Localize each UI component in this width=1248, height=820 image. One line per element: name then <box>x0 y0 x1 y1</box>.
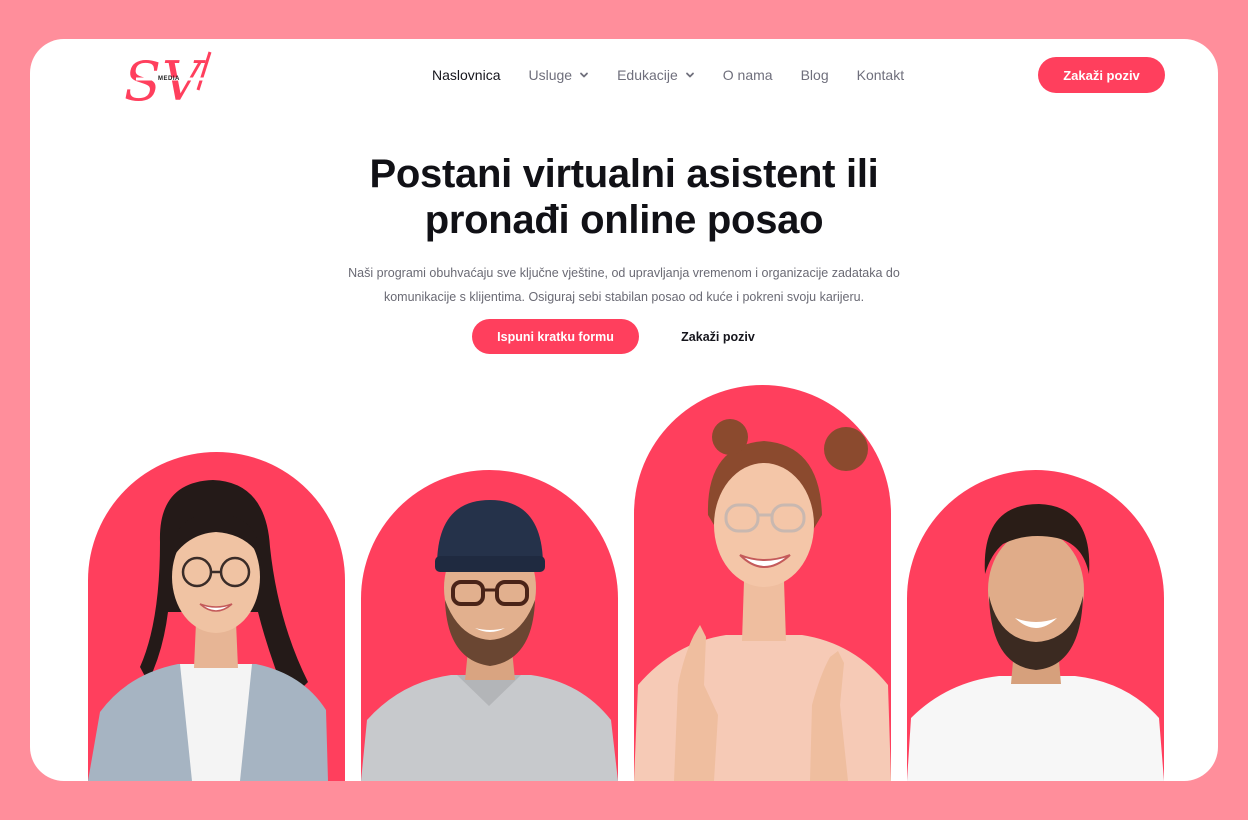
page-card: S V MEDIA Naslovnica Usluge Edukacije O … <box>30 39 1218 781</box>
hero-description: Naši programi obuhvaćaju sve ključne vje… <box>309 261 939 309</box>
schedule-call-button[interactable]: Zakaži poziv <box>1038 57 1165 93</box>
hero-description-line-1: Naši programi obuhvaćaju sve ključne vje… <box>348 266 900 280</box>
nav-item-label: Kontakt <box>856 67 905 83</box>
person-arch-3 <box>634 385 891 781</box>
man-beard-photo <box>907 504 1164 781</box>
nav-item-edukacije[interactable]: Edukacije <box>617 67 695 83</box>
fill-form-button[interactable]: Ispuni kratku formu <box>472 319 639 354</box>
person-arch-4 <box>907 470 1164 781</box>
main-nav: Naslovnica Usluge Edukacije O nama Blog … <box>432 63 932 87</box>
woman-glasses-photo <box>88 480 328 781</box>
nav-item-label: Blog <box>800 67 829 83</box>
nav-item-blog[interactable]: Blog <box>801 67 829 83</box>
nav-item-label: O nama <box>722 67 773 83</box>
person-arch-2 <box>361 470 618 781</box>
nav-item-label: Usluge <box>528 67 573 83</box>
hero-title-line-1: Postani virtualni asistent ili <box>369 152 879 196</box>
nav-item-o-nama[interactable]: O nama <box>723 67 773 83</box>
hero-title: Postani virtualni asistent ili pronađi o… <box>274 151 974 243</box>
nav-item-label: Edukacije <box>617 67 678 83</box>
logo-sub-text: MEDIA <box>158 76 180 82</box>
nav-item-kontakt[interactable]: Kontakt <box>857 67 904 83</box>
brand-logo[interactable]: S V MEDIA <box>114 48 224 113</box>
chevron-down-icon <box>685 72 694 78</box>
person-arch-1 <box>88 452 345 781</box>
nav-item-naslovnica[interactable]: Naslovnica <box>432 67 500 83</box>
schedule-call-link[interactable]: Zakaži poziv <box>670 319 766 354</box>
nav-item-usluge[interactable]: Usluge <box>528 67 589 83</box>
man-beanie-photo <box>361 500 618 781</box>
nav-item-label: Naslovnica <box>432 67 501 83</box>
woman-smiling-photo <box>634 419 891 781</box>
hero-title-line-2: pronađi online posao <box>424 198 824 242</box>
hero-description-line-2: komunikacije s klijentima. Osiguraj sebi… <box>383 290 865 304</box>
chevron-down-icon <box>580 72 588 78</box>
